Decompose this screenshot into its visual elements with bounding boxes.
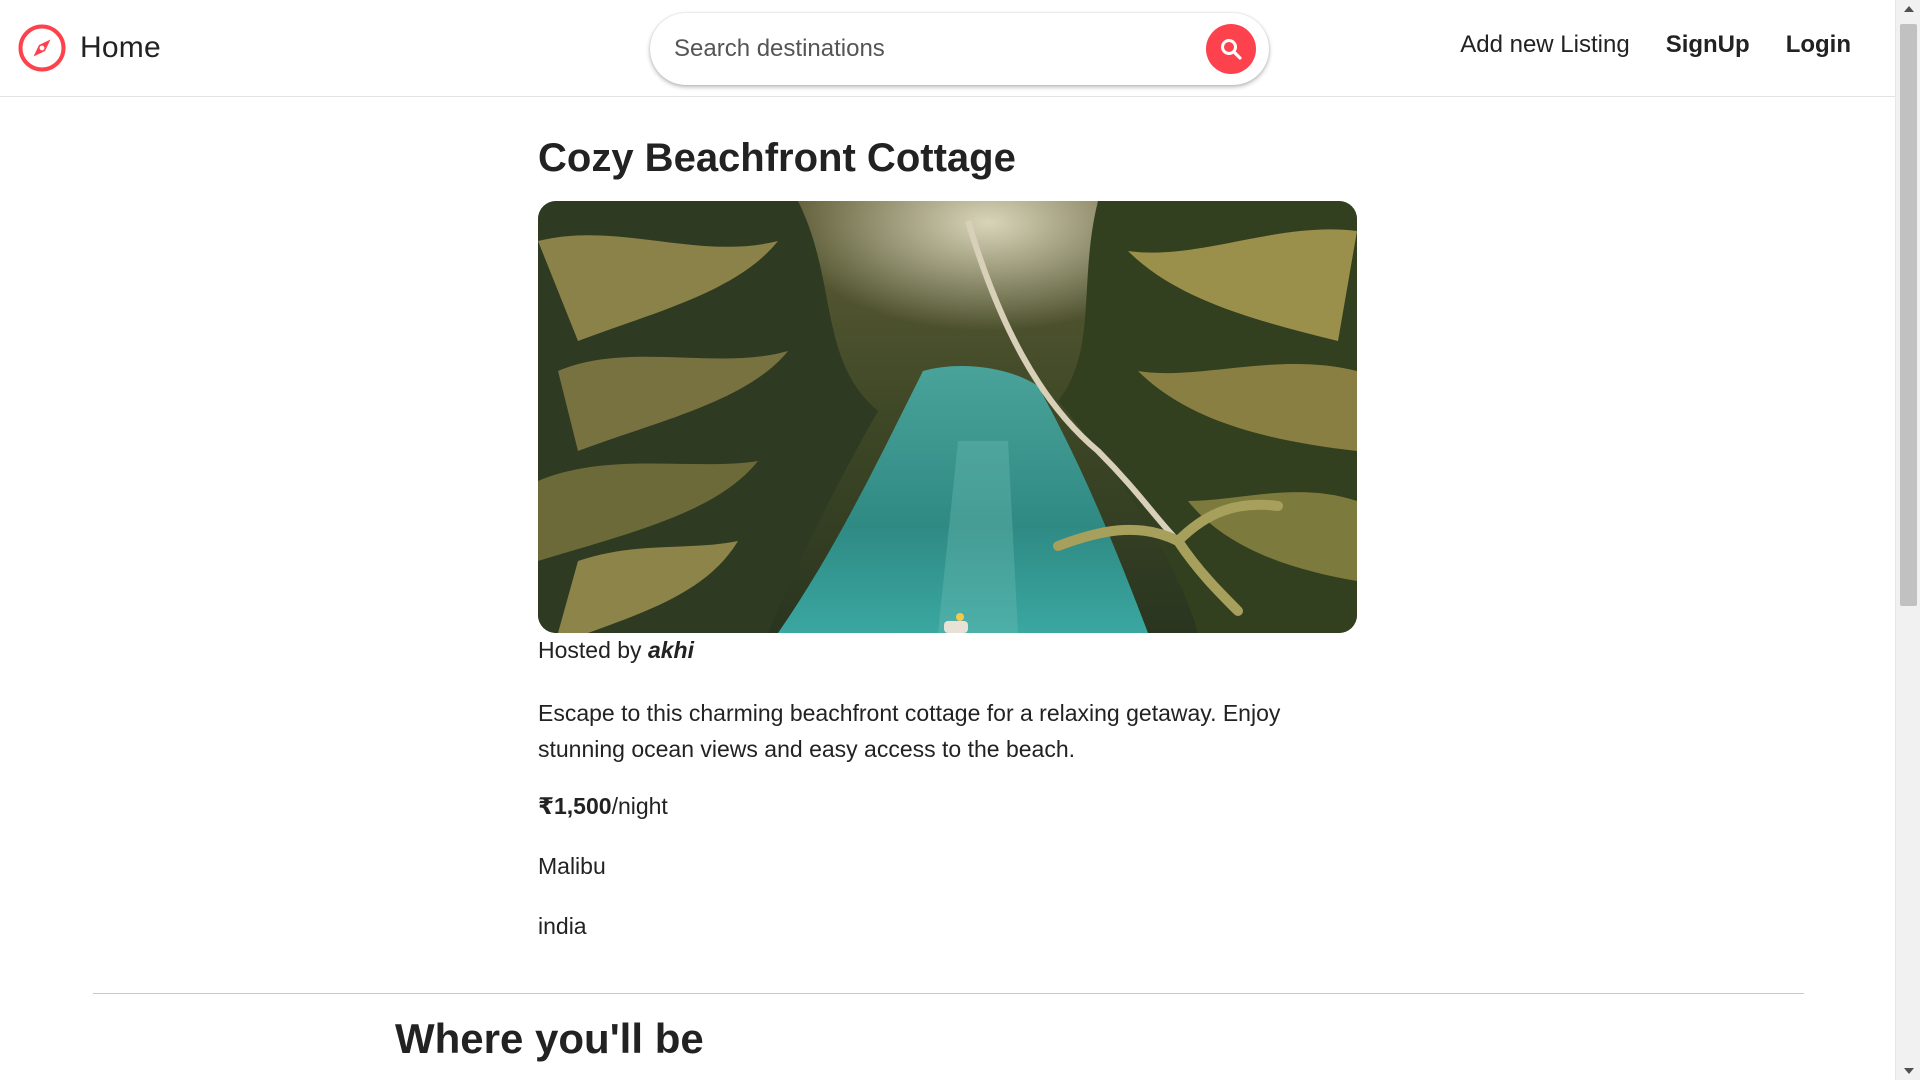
navbar: Home Add new Listing SignUp Login	[0, 0, 1895, 97]
lagoon-photo	[538, 201, 1357, 633]
listing-description: Escape to this charming beachfront cotta…	[538, 700, 1281, 762]
search-button[interactable]	[1206, 24, 1256, 74]
listing-image	[538, 201, 1357, 633]
add-listing-link[interactable]: Add new Listing	[1460, 31, 1629, 59]
login-link[interactable]: Login	[1786, 31, 1851, 59]
scroll-thumb[interactable]	[1900, 24, 1917, 606]
listing-country: india	[538, 913, 587, 939]
signup-link[interactable]: SignUp	[1666, 31, 1750, 59]
home-label: Home	[80, 31, 161, 64]
nav-links: Add new Listing SignUp Login	[1460, 31, 1851, 59]
section-divider	[93, 993, 1804, 994]
page-scrollbar[interactable]	[1895, 0, 1920, 1080]
home-link[interactable]: Home	[17, 23, 161, 73]
search-bar	[650, 13, 1269, 85]
compass-icon	[18, 24, 66, 72]
scroll-down-arrow-icon[interactable]	[1904, 1068, 1914, 1074]
listing-title: Cozy Beachfront Cottage	[538, 136, 1016, 180]
map-section-heading: Where you'll be	[395, 1015, 704, 1062]
search-input[interactable]	[674, 25, 1174, 73]
scroll-up-arrow-icon[interactable]	[1904, 6, 1914, 12]
listing-price: ₹1,500/night	[538, 793, 668, 820]
price-value: ₹1,500	[538, 793, 612, 819]
price-suffix: /night	[611, 793, 668, 819]
search-icon	[1221, 39, 1242, 60]
listing-location: Malibu	[538, 853, 606, 879]
host-line: Hosted by akhi	[538, 637, 694, 664]
hosted-by-label: Hosted by	[538, 637, 642, 663]
host-name: akhi	[647, 637, 694, 663]
